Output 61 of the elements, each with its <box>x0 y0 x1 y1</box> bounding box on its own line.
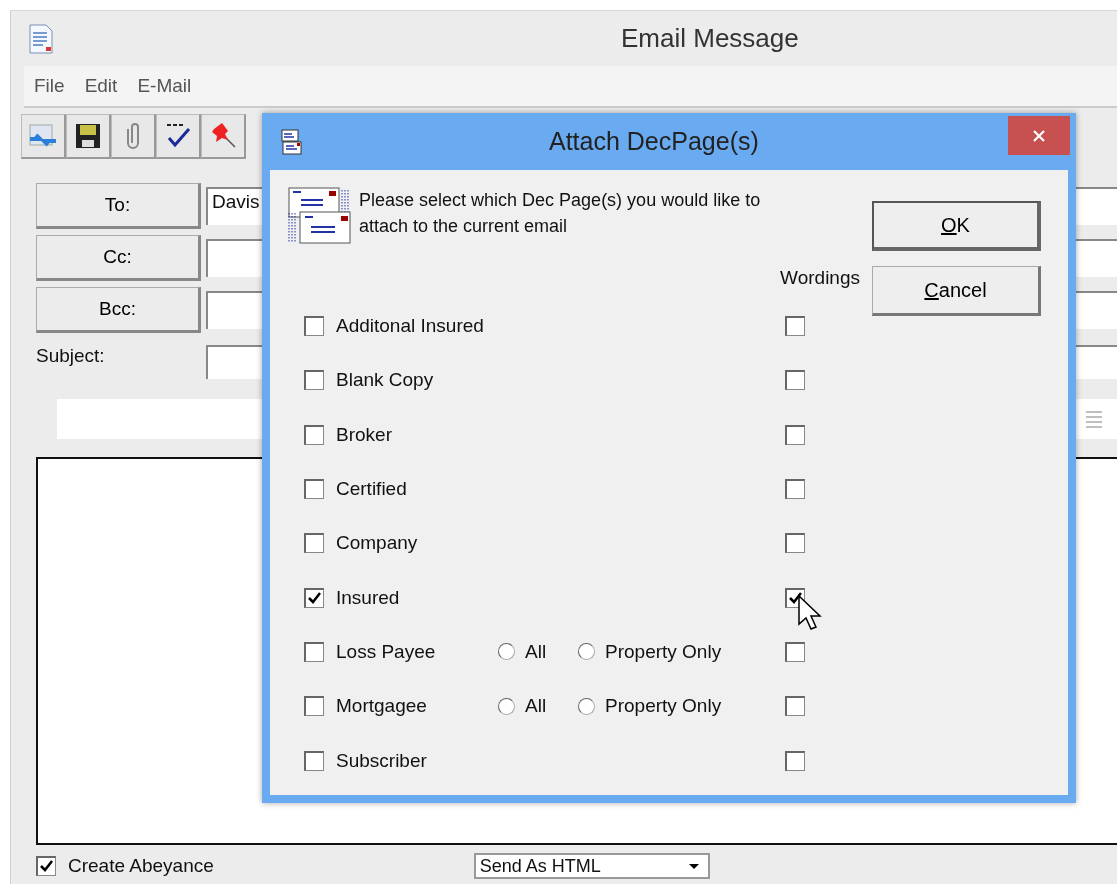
column-header: Wordings <box>780 267 860 289</box>
wordings-checkbox[interactable] <box>785 533 805 554</box>
instructions-text: Please select which Dec Page(s) you would like to attach to the current email <box>359 189 762 238</box>
envelopes-icon <box>287 187 351 245</box>
wordings-checkbox[interactable] <box>785 370 805 391</box>
radio-button[interactable] <box>498 643 515 661</box>
paperclip-icon <box>127 123 139 149</box>
spellcheck-button[interactable] <box>156 114 201 159</box>
address-button[interactable]: Cc: <box>36 235 201 281</box>
wordings-checkbox[interactable] <box>785 316 805 337</box>
option-label: Insured <box>336 586 400 609</box>
checkbox[interactable] <box>304 479 324 500</box>
checkbox[interactable] <box>36 856 56 876</box>
checkbox[interactable] <box>304 641 324 662</box>
menu-item[interactable]: File <box>34 75 65 97</box>
option-label: Blank Copy <box>336 369 434 392</box>
envelopes-icon <box>278 127 302 156</box>
wordings-checkbox[interactable] <box>785 750 805 771</box>
checkbox[interactable] <box>304 533 324 554</box>
option-label: Mortgagee <box>336 695 427 718</box>
option-label: Additonal Insured <box>336 315 484 338</box>
option-label: Certified <box>336 478 407 501</box>
wordings-checkbox[interactable] <box>785 641 805 662</box>
caret-icon <box>687 862 700 870</box>
cursor-icon <box>797 594 823 632</box>
close-button[interactable] <box>1008 116 1070 155</box>
subject-label: Subject: <box>36 344 106 367</box>
checkbox[interactable] <box>304 696 324 717</box>
wordings-checkbox[interactable] <box>785 696 805 717</box>
format-dropdown[interactable]: Send As HTML <box>473 853 710 879</box>
checkbox[interactable] <box>304 316 324 337</box>
close-icon <box>1031 127 1047 144</box>
menu-item[interactable]: E-Mail <box>137 75 192 97</box>
checkbox[interactable] <box>304 750 324 771</box>
address-button[interactable]: Bcc: <box>36 287 201 333</box>
wordings-checkbox[interactable] <box>785 479 805 500</box>
radio-button[interactable] <box>578 643 595 661</box>
dialog-button[interactable]: Cancel <box>872 266 1041 316</box>
dialog-button[interactable]: OK <box>872 201 1041 251</box>
window-title: Email Message <box>621 23 799 54</box>
radio-label: All <box>525 695 547 718</box>
radio-label: All <box>525 640 547 663</box>
pushpin-button[interactable] <box>201 114 246 159</box>
wordings-checkbox[interactable] <box>785 424 805 445</box>
option-label: Broker <box>336 423 392 446</box>
menu-item[interactable]: Edit <box>84 75 118 97</box>
dialog-title: Attach DecPage(s) <box>549 127 759 156</box>
checkbox-label: Create Abeyance <box>68 855 214 877</box>
option-label: Company <box>336 532 418 555</box>
radio-label: Property Only <box>605 640 722 663</box>
checkbox[interactable] <box>304 424 324 445</box>
option-label: Loss Payee <box>336 640 436 663</box>
checkbox[interactable] <box>304 370 324 391</box>
document-icon <box>28 23 54 54</box>
radio-button[interactable] <box>498 697 515 715</box>
radio-label: Property Only <box>605 695 722 718</box>
save-button[interactable] <box>66 114 111 159</box>
radio-button[interactable] <box>578 697 595 715</box>
option-label: Subscriber <box>336 749 427 772</box>
address-button[interactable]: To: <box>36 183 201 229</box>
checkbox[interactable] <box>304 587 324 608</box>
